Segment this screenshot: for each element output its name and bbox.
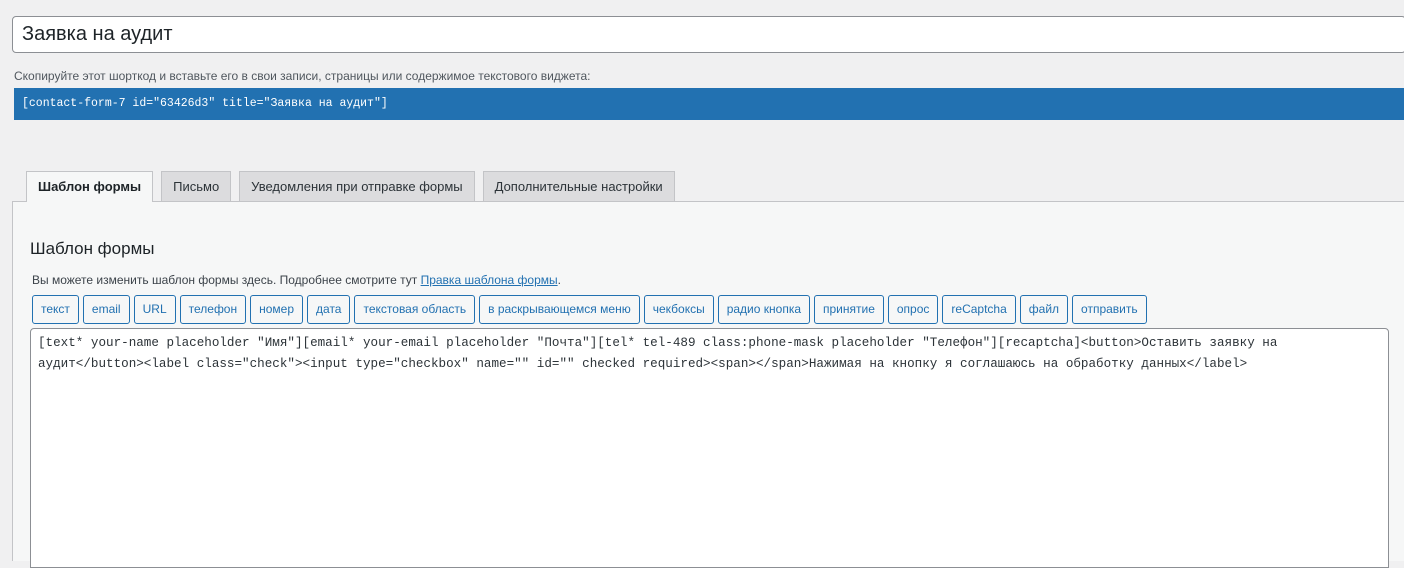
shortcode-label: Скопируйте этот шорткод и вставьте его в… [14, 69, 591, 83]
tag-button-submit[interactable]: отправить [1072, 295, 1147, 324]
panel-description-suffix: . [557, 273, 561, 287]
tag-button-url[interactable]: URL [133, 295, 176, 324]
tag-button-select[interactable]: в раскрывающемся меню [479, 295, 640, 324]
panel-title: Шаблон формы [30, 239, 155, 258]
form-title-input[interactable] [12, 16, 1404, 53]
tag-button-file[interactable]: файл [1019, 295, 1069, 324]
tag-button-quiz[interactable]: опрос [887, 295, 939, 324]
panel-description: Вы можете изменить шаблон формы здесь. П… [32, 273, 561, 287]
tag-button-checkbox[interactable]: чекбоксы [643, 295, 714, 324]
tab-messages[interactable]: Уведомления при отправке формы [239, 171, 475, 201]
tag-button-email[interactable]: email [82, 295, 130, 324]
shortcode-field[interactable]: [contact-form-7 id="63426d3" title="Заяв… [14, 88, 1404, 120]
edit-template-link[interactable]: Правка шаблона формы [421, 273, 558, 287]
tag-button-radio[interactable]: радио кнопка [717, 295, 810, 324]
tag-button-number[interactable]: номер [250, 295, 304, 324]
tag-button-date[interactable]: дата [307, 295, 351, 324]
panel-description-text: Вы можете изменить шаблон формы здесь. П… [32, 273, 421, 287]
tab-form-template[interactable]: Шаблон формы [26, 171, 154, 202]
tab-additional-settings[interactable]: Дополнительные настройки [482, 171, 675, 201]
editor-tabs: Шаблон формы Письмо Уведомления при отпр… [26, 171, 683, 202]
form-template-editor[interactable]: [text* your-name placeholder "Имя"][emai… [30, 328, 1389, 568]
form-template-panel: Шаблон формы Вы можете изменить шаблон ф… [12, 201, 1404, 568]
tag-button-tel[interactable]: телефон [179, 295, 247, 324]
tag-button-textarea[interactable]: текстовая область [354, 295, 476, 324]
tag-button-text[interactable]: текст [32, 295, 79, 324]
tag-button-recaptcha[interactable]: reCaptcha [942, 295, 1016, 324]
tag-button-acceptance[interactable]: принятие [814, 295, 884, 324]
tab-mail[interactable]: Письмо [161, 171, 232, 201]
tag-generator-buttons: текст email URL телефон номер дата текст… [32, 295, 1147, 324]
